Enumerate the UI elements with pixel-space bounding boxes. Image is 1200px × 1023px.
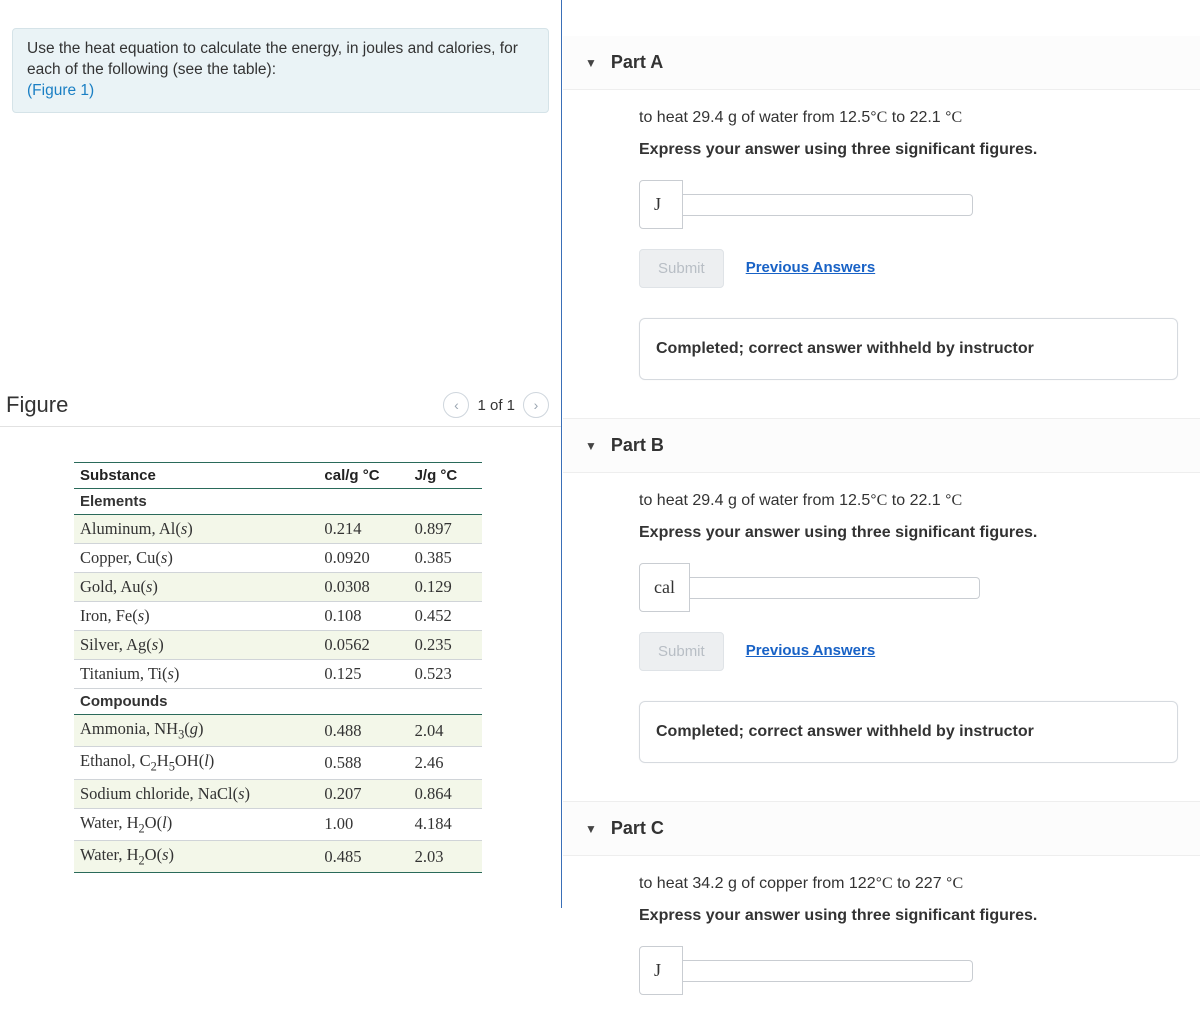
table-row: Sodium chloride, NaCl(s)0.2070.864 <box>74 779 482 808</box>
substance-cell: Water, H2O(l) <box>74 808 318 840</box>
substance-cell: Gold, Au(s) <box>74 573 318 602</box>
part-b-header[interactable]: ▼ Part B <box>563 418 1200 473</box>
table-row: Copper, Cu(s)0.09200.385 <box>74 544 482 573</box>
j-cell: 0.452 <box>409 602 482 631</box>
part-c-title: Part C <box>611 818 664 839</box>
substance-cell: Copper, Cu(s) <box>74 544 318 573</box>
part-c: ▼ Part C to heat 34.2 g of copper from 1… <box>563 801 1200 1023</box>
section-elements: Elements <box>74 489 482 515</box>
table-row: Water, H2O(l)1.004.184 <box>74 808 482 840</box>
caret-down-icon: ▼ <box>585 439 597 453</box>
part-a-status: Completed; correct answer withheld by in… <box>639 318 1178 380</box>
part-b: ▼ Part B to heat 29.4 g of water from 12… <box>563 418 1200 791</box>
part-b-instruction: Express your answer using three signific… <box>639 521 1178 545</box>
j-cell: 0.235 <box>409 631 482 660</box>
part-c-unit: J <box>639 946 683 995</box>
j-cell: 4.184 <box>409 808 482 840</box>
part-b-previous-answers-link[interactable]: Previous Answers <box>746 640 876 663</box>
part-c-header[interactable]: ▼ Part C <box>563 801 1200 856</box>
cal-cell: 0.0562 <box>318 631 408 660</box>
section-compounds: Compounds <box>74 689 482 715</box>
j-cell: 2.03 <box>409 840 482 872</box>
table-row: Ethanol, C2H5OH(l)0.5882.46 <box>74 747 482 779</box>
figure-header: Figure ‹ 1 of 1 › <box>0 392 561 427</box>
table-row: Aluminum, Al(s)0.2140.897 <box>74 515 482 544</box>
cal-cell: 0.588 <box>318 747 408 779</box>
substance-cell: Titanium, Ti(s) <box>74 660 318 689</box>
part-a-answer-input[interactable] <box>683 194 973 216</box>
cal-cell: 1.00 <box>318 808 408 840</box>
j-cell: 0.385 <box>409 544 482 573</box>
left-pane: Use the heat equation to calculate the e… <box>0 0 562 908</box>
figure-pager-label: 1 of 1 <box>477 397 515 414</box>
figure-pager: ‹ 1 of 1 › <box>443 392 549 418</box>
part-a-header[interactable]: ▼ Part A <box>563 36 1200 90</box>
specific-heat-table: Substance cal/g °C J/g °C ElementsAlumin… <box>74 462 482 873</box>
substance-cell: Iron, Fe(s) <box>74 602 318 631</box>
part-b-title: Part B <box>611 435 664 456</box>
col-substance: Substance <box>74 463 318 489</box>
table-row: Ammonia, NH3(g)0.4882.04 <box>74 715 482 747</box>
caret-down-icon: ▼ <box>585 822 597 836</box>
table-row: Silver, Ag(s)0.05620.235 <box>74 631 482 660</box>
j-cell: 0.864 <box>409 779 482 808</box>
cal-cell: 0.207 <box>318 779 408 808</box>
figure-link[interactable]: (Figure 1) <box>27 82 94 99</box>
part-a: ▼ Part A to heat 29.4 g of water from 12… <box>563 36 1200 408</box>
part-b-unit: cal <box>639 563 690 612</box>
part-b-question: to heat 29.4 g of water from 12.5°C to 2… <box>639 489 1178 513</box>
substance-cell: Aluminum, Al(s) <box>74 515 318 544</box>
cal-cell: 0.214 <box>318 515 408 544</box>
part-a-title: Part A <box>611 52 663 73</box>
j-cell: 0.897 <box>409 515 482 544</box>
caret-down-icon: ▼ <box>585 56 597 70</box>
part-c-question: to heat 34.2 g of copper from 122°C to 2… <box>639 872 1178 896</box>
question-prompt: Use the heat equation to calculate the e… <box>12 28 549 113</box>
table-row: Iron, Fe(s)0.1080.452 <box>74 602 482 631</box>
substance-cell: Water, H2O(s) <box>74 840 318 872</box>
substance-cell: Ethanol, C2H5OH(l) <box>74 747 318 779</box>
part-a-unit: J <box>639 180 683 229</box>
table-row: Titanium, Ti(s)0.1250.523 <box>74 660 482 689</box>
figure-next-button[interactable]: › <box>523 392 549 418</box>
substance-cell: Silver, Ag(s) <box>74 631 318 660</box>
table-row: Water, H2O(s)0.4852.03 <box>74 840 482 872</box>
part-b-status: Completed; correct answer withheld by in… <box>639 701 1178 763</box>
cal-cell: 0.485 <box>318 840 408 872</box>
part-b-submit-button[interactable]: Submit <box>639 632 724 671</box>
cal-cell: 0.125 <box>318 660 408 689</box>
part-a-previous-answers-link[interactable]: Previous Answers <box>746 257 876 280</box>
part-a-submit-button[interactable]: Submit <box>639 249 724 288</box>
table-row: Gold, Au(s)0.03080.129 <box>74 573 482 602</box>
col-cal: cal/g °C <box>318 463 408 489</box>
cal-cell: 0.488 <box>318 715 408 747</box>
part-b-answer-input[interactable] <box>690 577 980 599</box>
figure-title: Figure <box>6 392 68 418</box>
part-a-instruction: Express your answer using three signific… <box>639 138 1178 162</box>
j-cell: 0.523 <box>409 660 482 689</box>
prompt-text: Use the heat equation to calculate the e… <box>27 40 518 78</box>
substance-cell: Ammonia, NH3(g) <box>74 715 318 747</box>
cal-cell: 0.0920 <box>318 544 408 573</box>
j-cell: 2.46 <box>409 747 482 779</box>
right-pane: ▼ Part A to heat 29.4 g of water from 12… <box>563 0 1200 908</box>
part-a-question: to heat 29.4 g of water from 12.5°C to 2… <box>639 106 1178 130</box>
part-c-answer-input[interactable] <box>683 960 973 982</box>
j-cell: 2.04 <box>409 715 482 747</box>
substance-cell: Sodium chloride, NaCl(s) <box>74 779 318 808</box>
cal-cell: 0.108 <box>318 602 408 631</box>
col-j: J/g °C <box>409 463 482 489</box>
cal-cell: 0.0308 <box>318 573 408 602</box>
j-cell: 0.129 <box>409 573 482 602</box>
figure-prev-button[interactable]: ‹ <box>443 392 469 418</box>
